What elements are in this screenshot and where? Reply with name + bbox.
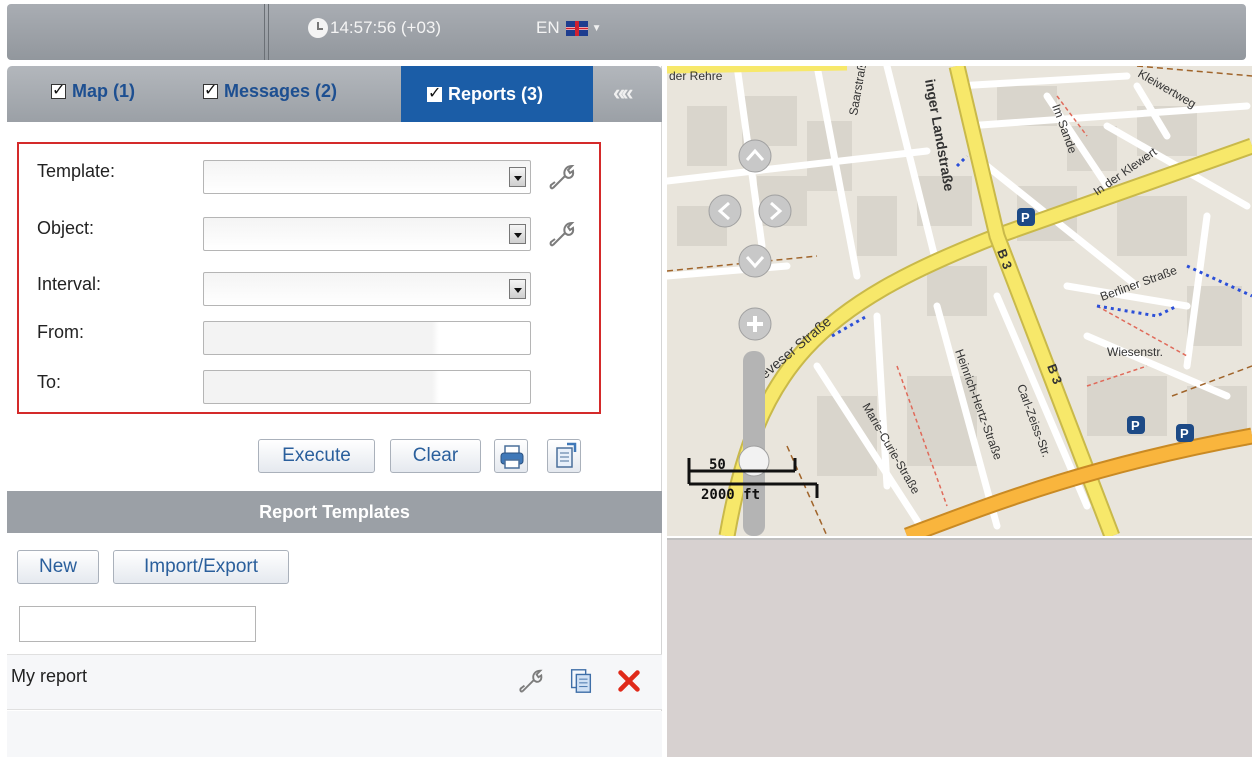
- template-name: My report: [11, 666, 88, 686]
- export-button[interactable]: [547, 439, 581, 473]
- tab-messages-label: Messages (2): [224, 81, 338, 101]
- template-label: Template:: [37, 161, 116, 181]
- panel-tabs: Map (1) Messages (2) Reports (3) ««: [7, 66, 662, 122]
- delete-x-icon[interactable]: [615, 667, 643, 695]
- scale-bottom-label: 2000 ft: [701, 487, 760, 503]
- print-button[interactable]: [494, 439, 528, 473]
- left-panel: Map (1) Messages (2) Reports (3) «« Temp…: [7, 66, 662, 757]
- top-bar-background: [7, 4, 1246, 60]
- from-date-input[interactable]: [203, 321, 531, 355]
- template-list-empty-area: [7, 711, 662, 757]
- language-code: EN: [536, 18, 560, 37]
- top-bar: 14:57:56 (+03) EN ▼: [0, 0, 1252, 66]
- double-chevron-left-icon: «: [613, 80, 625, 105]
- scale-top-label: 50: [709, 457, 726, 473]
- execute-button[interactable]: Execute: [258, 439, 375, 473]
- tab-messages[interactable]: Messages (2): [203, 80, 338, 102]
- report-templates-header: Report Templates: [7, 491, 662, 533]
- template-filter-input[interactable]: [19, 606, 256, 642]
- map-view[interactable]: der Rehre inger Landstraße Deveser Straß…: [667, 66, 1252, 536]
- dropdown-arrow-icon[interactable]: [509, 279, 526, 299]
- language-selector[interactable]: EN ▼: [536, 18, 602, 38]
- uk-flag-icon: [565, 20, 588, 36]
- street-label: Saarstraße: [846, 66, 870, 117]
- map-canvas[interactable]: der Rehre inger Landstraße Deveser Straß…: [667, 66, 1252, 536]
- top-bar-separator: [264, 4, 269, 60]
- report-parameters-form: Template: Object: Interval: From: To:: [17, 142, 601, 414]
- svg-text:P: P: [1131, 418, 1140, 433]
- street-label: der Rehre: [669, 69, 723, 83]
- interval-label: Interval:: [37, 274, 102, 294]
- import-export-button[interactable]: Import/Export: [113, 550, 289, 584]
- clock-time: 14:57:56 (+03): [330, 18, 442, 37]
- list-item[interactable]: My report: [7, 654, 662, 710]
- map-navigation-controls[interactable]: [708, 139, 792, 536]
- tab-map-checkbox[interactable]: [51, 80, 66, 100]
- tab-reports[interactable]: Reports (3): [401, 66, 593, 122]
- dropdown-arrow-icon[interactable]: [509, 167, 526, 187]
- tab-messages-checkbox[interactable]: [203, 80, 218, 100]
- chevron-down-icon: ▼: [591, 22, 602, 34]
- wrench-icon[interactable]: [547, 162, 577, 192]
- printer-icon: [500, 445, 524, 469]
- object-label: Object:: [37, 218, 95, 238]
- map-lower-panel: [667, 538, 1252, 757]
- wrench-icon[interactable]: [547, 219, 577, 249]
- copy-icon[interactable]: [567, 667, 595, 695]
- tab-reports-checkbox[interactable]: [427, 83, 442, 103]
- export-icon: [556, 442, 577, 468]
- collapse-panel-button[interactable]: ««: [613, 80, 634, 106]
- interval-select[interactable]: [203, 272, 531, 306]
- street-label: Wiesenstr.: [1107, 345, 1163, 359]
- tab-map-label: Map (1): [72, 81, 135, 101]
- to-label: To:: [37, 372, 62, 392]
- street-label: inger Landstraße: [922, 78, 958, 193]
- new-template-button[interactable]: New: [17, 550, 99, 584]
- wrench-icon[interactable]: [517, 667, 545, 695]
- tab-reports-label: Reports (3): [448, 83, 544, 104]
- object-select[interactable]: [203, 217, 531, 251]
- to-date-input[interactable]: [203, 370, 531, 404]
- svg-text:P: P: [1180, 426, 1189, 441]
- from-label: From:: [37, 322, 84, 342]
- svg-text:P: P: [1021, 210, 1030, 225]
- tab-map[interactable]: Map (1): [51, 80, 135, 102]
- report-templates-title: Report Templates: [259, 501, 410, 522]
- server-clock: 14:57:56 (+03): [308, 18, 441, 38]
- dropdown-arrow-icon[interactable]: [509, 224, 526, 244]
- clock-icon: [308, 18, 328, 38]
- clear-button[interactable]: Clear: [390, 439, 481, 473]
- template-select[interactable]: [203, 160, 531, 194]
